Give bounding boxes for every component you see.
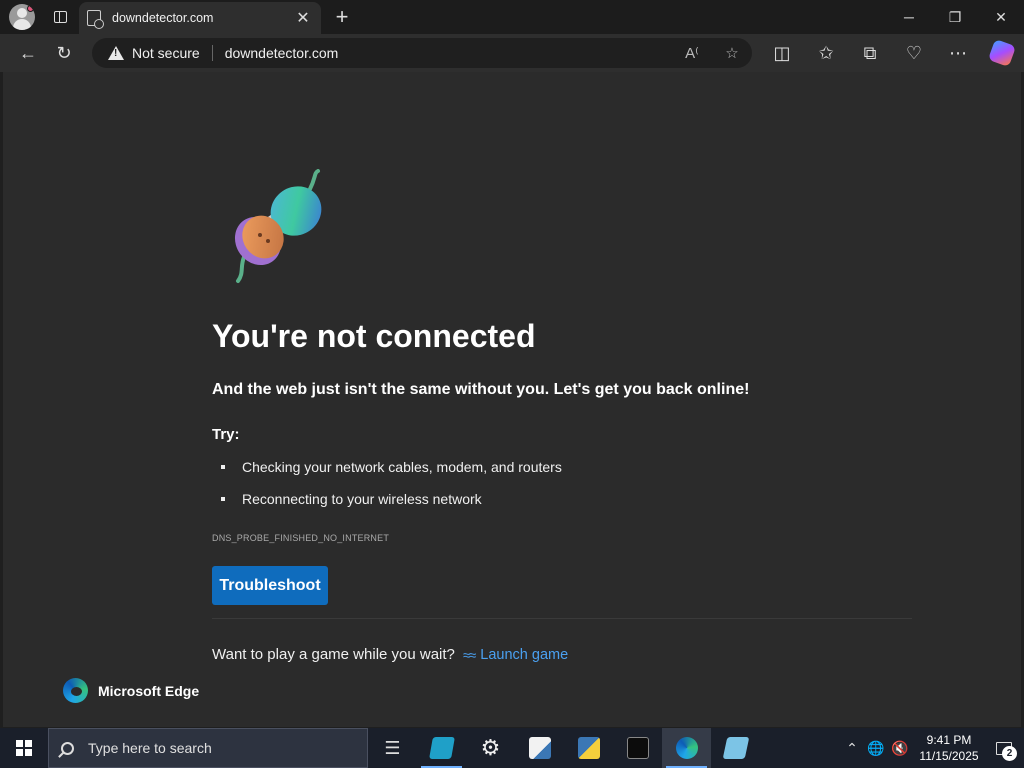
- browser-toolbar: ← ↻ Not secure downdetector.com A⁽ ☆ ◫ ✩…: [0, 34, 1024, 72]
- list-item: Checking your network cables, modem, and…: [221, 459, 562, 491]
- taskbar-app-editor[interactable]: [417, 728, 466, 768]
- network-globe-icon[interactable]: 🌐: [864, 740, 888, 757]
- page-subtitle: And the web just isn't the same without …: [212, 381, 750, 398]
- clock-time: 9:41 PM: [926, 733, 972, 747]
- taskbar-app-settings[interactable]: ⚙: [466, 728, 515, 768]
- launch-game-link[interactable]: Launch game: [480, 647, 568, 663]
- taskbar-apps: ☰ ⚙: [368, 728, 760, 768]
- favorite-star-icon[interactable]: ☆: [712, 38, 752, 68]
- warning-icon[interactable]: [108, 46, 124, 60]
- browser-tab[interactable]: downdetector.com ✕: [79, 2, 321, 34]
- brand: Microsoft Edge: [63, 678, 199, 703]
- system-tray: ⌃ 🌐 🔇 9:41 PM 11/15/2025 2: [840, 728, 1024, 768]
- tab-actions-icon[interactable]: [43, 0, 77, 34]
- python-icon: [577, 737, 600, 759]
- game-prompt-text: Want to play a game while you wait?: [212, 646, 455, 663]
- notepad-icon: [722, 737, 749, 759]
- restore-button[interactable]: ❐: [932, 0, 978, 34]
- taskbar-app-notepad[interactable]: [711, 728, 760, 768]
- favorites-icon[interactable]: ✩: [804, 37, 848, 69]
- code-editor-icon: [428, 737, 455, 759]
- surf-wave-icon[interactable]: ≈≈: [463, 647, 476, 663]
- title-bar: downdetector.com ✕ + ─ ❐ ✕: [0, 0, 1024, 34]
- start-button[interactable]: [0, 728, 48, 768]
- taskbar-app-python-file[interactable]: [515, 728, 564, 768]
- split-screen-icon[interactable]: ◫: [760, 37, 804, 69]
- profile-avatar[interactable]: [9, 4, 35, 30]
- game-prompt-row: Want to play a game while you wait? ≈≈ L…: [212, 646, 568, 663]
- try-label: Try:: [212, 426, 240, 443]
- back-arrow-icon[interactable]: ←: [10, 37, 46, 69]
- notification-count: 2: [1002, 746, 1017, 761]
- clock[interactable]: 9:41 PM 11/15/2025: [914, 732, 984, 764]
- read-aloud-icon[interactable]: A⁽: [672, 38, 712, 68]
- tab-close-button[interactable]: ✕: [291, 6, 315, 30]
- brand-name: Microsoft Edge: [98, 682, 200, 699]
- page-title: You're not connected: [212, 318, 536, 354]
- gear-icon: ⚙: [480, 735, 501, 760]
- taskbar-app-terminal[interactable]: [613, 728, 662, 768]
- address-divider: [211, 45, 213, 61]
- python-file-icon: [528, 737, 551, 759]
- more-menu-icon[interactable]: ⋯: [936, 37, 980, 69]
- terminal-icon: [626, 737, 649, 759]
- task-view-icon: ☰: [384, 737, 401, 758]
- security-status[interactable]: Not secure: [132, 45, 200, 61]
- taskbar-app-python[interactable]: [564, 728, 613, 768]
- collections-icon[interactable]: ⧉: [848, 37, 892, 69]
- copilot-icon[interactable]: [980, 37, 1024, 69]
- screen: downdetector.com ✕ + ─ ❐ ✕ ← ↻ Not secur…: [0, 0, 1024, 768]
- page-offline-icon: [87, 10, 104, 29]
- close-window-button[interactable]: ✕: [978, 0, 1024, 34]
- address-bar[interactable]: Not secure downdetector.com A⁽ ☆: [92, 38, 752, 68]
- taskbar-search[interactable]: Type here to search: [48, 728, 368, 768]
- tips-list: Checking your network cables, modem, and…: [221, 459, 562, 523]
- error-code: DNS_PROBE_FINISHED_NO_INTERNET: [212, 533, 390, 543]
- minimize-button[interactable]: ─: [886, 0, 932, 34]
- new-tab-button[interactable]: +: [325, 0, 359, 34]
- edge-icon: [675, 737, 698, 759]
- search-placeholder: Type here to search: [88, 740, 212, 756]
- speaker-muted-icon[interactable]: 🔇: [888, 740, 912, 757]
- search-icon: [61, 741, 74, 755]
- clock-date: 11/15/2025: [919, 749, 979, 763]
- taskbar-app-edge[interactable]: [662, 728, 711, 768]
- unplugged-illustration-icon: [234, 169, 322, 283]
- browser-essentials-icon[interactable]: ♡: [892, 37, 936, 69]
- notifications-button[interactable]: 2: [984, 728, 1024, 768]
- taskbar: Type here to search ☰ ⚙ ⌃ 🌐 🔇 9:41 PM 11…: [0, 728, 1024, 768]
- error-page: You're not connected And the web just is…: [3, 72, 1021, 727]
- divider: [212, 618, 912, 619]
- url-text[interactable]: downdetector.com: [225, 45, 339, 61]
- edge-logo-icon: [63, 678, 88, 703]
- troubleshoot-button[interactable]: Troubleshoot: [212, 566, 328, 605]
- windows-logo-icon: [16, 740, 32, 756]
- tab-title: downdetector.com: [112, 11, 214, 25]
- window-controls: ─ ❐ ✕: [886, 0, 1024, 34]
- list-item: Reconnecting to your wireless network: [221, 491, 562, 523]
- task-view-button[interactable]: ☰: [368, 728, 417, 768]
- refresh-icon[interactable]: ↻: [46, 37, 82, 69]
- chevron-up-icon[interactable]: ⌃: [840, 740, 864, 757]
